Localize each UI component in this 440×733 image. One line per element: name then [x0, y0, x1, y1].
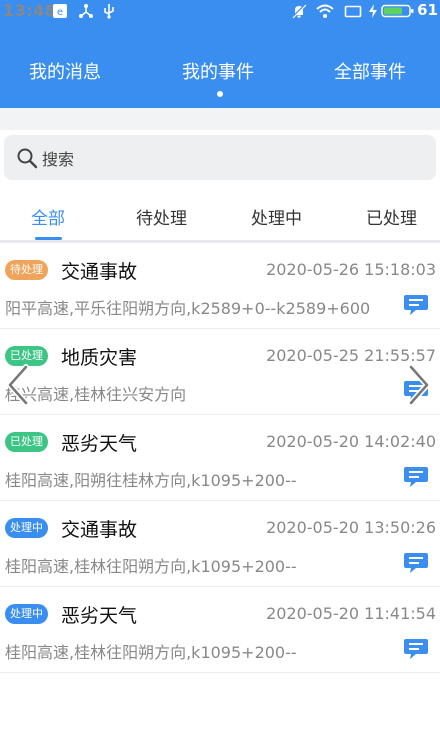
event-title: 交通事故 — [61, 519, 138, 541]
search-input[interactable]: 搜索 — [42, 146, 74, 170]
event-list-item[interactable]: 处理中 恶劣天气 2020-05-20 11:41:54 桂阳高速,桂林往阳朔方… — [0, 587, 440, 673]
search-bar[interactable]: 搜索 — [4, 135, 436, 180]
mute-icon — [291, 2, 307, 19]
event-time: 2020-05-20 13:50:26 — [266, 518, 436, 537]
svg-text:e: e — [57, 7, 63, 18]
comment-icon[interactable] — [403, 294, 429, 316]
status-bar: 13:48 e 61 — [0, 0, 440, 22]
status-badge: 待处理 — [5, 260, 48, 280]
filter-tabs: 全部 待处理 处理中 已处理 — [0, 196, 440, 240]
event-title: 恶劣天气 — [61, 605, 138, 627]
battery-level: 61 — [417, 1, 438, 19]
event-title: 交通事故 — [61, 261, 138, 283]
event-location: 桂阳高速,桂林往阳朔方向,k1095+200-- — [5, 643, 297, 662]
event-location: 桂阳高速,阳朔往桂林方向,k1095+200-- — [5, 471, 297, 490]
section-spacer — [0, 108, 440, 130]
active-tab-indicator — [217, 91, 223, 97]
event-title: 恶劣天气 — [61, 433, 138, 455]
top-nav: 我的消息 我的事件 全部事件 — [0, 22, 440, 108]
share-icon — [78, 2, 94, 19]
status-badge: 处理中 — [5, 604, 48, 624]
event-list-item[interactable]: 处理中 交通事故 2020-05-20 13:50:26 桂阳高速,桂林往阳朔方… — [0, 501, 440, 587]
event-location: 阳平高速,平乐往阳朔方向,k2589+0--k2589+600 — [5, 299, 371, 318]
filter-tab-processing[interactable]: 处理中 — [251, 204, 302, 229]
event-list: 待处理 交通事故 2020-05-26 15:18:03 阳平高速,平乐往阳朔方… — [0, 243, 440, 673]
status-badge: 已处理 — [5, 432, 48, 452]
event-list-item[interactable]: 已处理 恶劣天气 2020-05-20 14:02:40 桂阳高速,阳朔往桂林方… — [0, 415, 440, 501]
event-list-item[interactable]: 待处理 交通事故 2020-05-26 15:18:03 阳平高速,平乐往阳朔方… — [0, 243, 440, 329]
event-location: 桂兴高速,桂林往兴安方向 — [5, 385, 187, 404]
usb-icon — [102, 2, 116, 19]
battery-icon — [381, 2, 415, 19]
wifi-icon — [316, 2, 334, 19]
charging-icon — [368, 2, 378, 19]
filter-tab-all[interactable]: 全部 — [31, 204, 65, 229]
comment-icon[interactable] — [403, 638, 429, 660]
chevron-right-icon[interactable] — [405, 363, 433, 407]
app-icon: e — [52, 2, 68, 19]
chevron-left-icon[interactable] — [4, 363, 32, 407]
event-time: 2020-05-20 11:41:54 — [266, 604, 436, 623]
filter-tab-done[interactable]: 已处理 — [366, 204, 417, 229]
comment-icon[interactable] — [403, 466, 429, 488]
event-time: 2020-05-20 14:02:40 — [266, 432, 436, 451]
comment-icon[interactable] — [403, 552, 429, 574]
tab-my-messages[interactable]: 我的消息 — [29, 58, 101, 84]
event-title: 地质灾害 — [61, 347, 138, 369]
tab-all-events[interactable]: 全部事件 — [334, 58, 406, 84]
search-icon — [16, 147, 38, 169]
event-location: 桂阳高速,桂林往阳朔方向,k1095+200-- — [5, 557, 297, 576]
status-badge: 处理中 — [5, 518, 48, 538]
filter-tab-pending[interactable]: 待处理 — [136, 204, 187, 229]
event-list-item[interactable]: 已处理 地质灾害 2020-05-25 21:55:57 桂兴高速,桂林往兴安方… — [0, 329, 440, 415]
screen-icon — [344, 2, 362, 19]
event-time: 2020-05-26 15:18:03 — [266, 260, 436, 279]
tab-my-events[interactable]: 我的事件 — [182, 58, 254, 84]
